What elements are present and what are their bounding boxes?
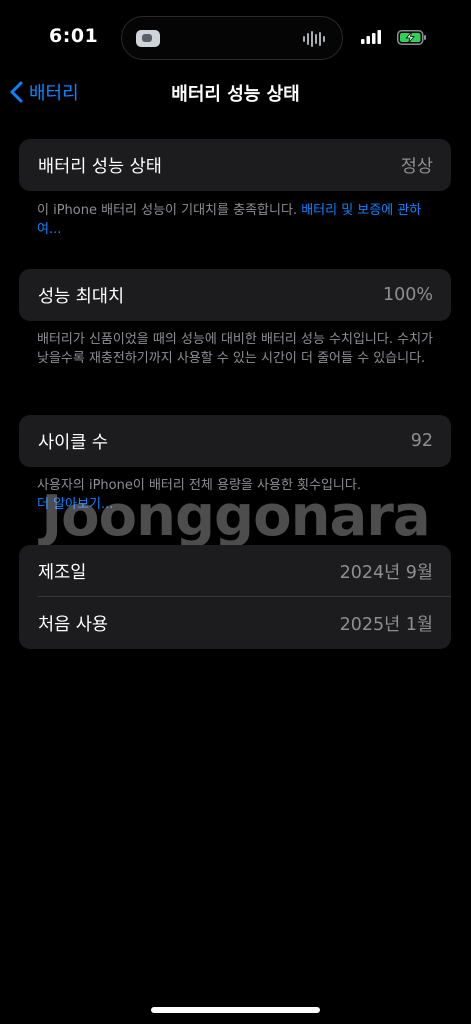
page-title: 배터리 성능 상태 bbox=[171, 84, 300, 105]
camera-icon bbox=[136, 30, 160, 47]
first-use-value: 2025년 1월 bbox=[339, 614, 433, 635]
navigation-bar: 배터리 배터리 성능 상태 bbox=[0, 76, 471, 110]
manufacture-date-row: 제조일 2024년 9월 bbox=[19, 545, 451, 597]
battery-health-row: 배터리 성능 상태 정상 bbox=[19, 139, 451, 191]
cycle-count-card: 사이클 수 92 bbox=[19, 415, 451, 467]
dynamic-island[interactable] bbox=[121, 16, 343, 60]
maximum-capacity-row: 성능 최대치 100% bbox=[19, 269, 451, 321]
status-icons bbox=[361, 28, 427, 46]
watermark: Joonggonara bbox=[41, 484, 430, 549]
status-bar: 6:01 bbox=[0, 0, 471, 76]
signal-icon bbox=[361, 30, 381, 44]
maximum-capacity-label: 성능 최대치 bbox=[38, 286, 125, 307]
maximum-capacity-footnote: 배터리가 신품이었을 때의 성능에 대비한 배터리 성능 수치입니다. 수치가 … bbox=[37, 332, 433, 366]
maximum-capacity-card: 성능 최대치 100% bbox=[19, 269, 451, 321]
battery-health-card: 배터리 성능 상태 정상 bbox=[19, 139, 451, 191]
manufacture-date-label: 제조일 bbox=[38, 562, 87, 583]
maximum-capacity-value: 100% bbox=[382, 285, 433, 305]
battery-health-value: 정상 bbox=[400, 156, 433, 177]
first-use-row: 처음 사용 2025년 1월 bbox=[19, 597, 451, 649]
battery-charging-icon bbox=[397, 29, 426, 45]
status-time: 6:01 bbox=[49, 25, 99, 47]
battery-health-footnote: 이 iPhone 배터리 성능이 기대치를 충족합니다. 배터리 및 보증에 관… bbox=[37, 201, 437, 239]
battery-health-note: 이 iPhone 배터리 성능이 기대치를 충족합니다. bbox=[37, 203, 298, 218]
first-use-label: 처음 사용 bbox=[38, 614, 108, 635]
cycle-count-label: 사이클 수 bbox=[38, 432, 108, 453]
home-indicator[interactable] bbox=[151, 1007, 320, 1013]
cycle-count-value: 92 bbox=[410, 431, 433, 451]
waveform-icon bbox=[303, 31, 325, 47]
battery-health-label: 배터리 성능 상태 bbox=[38, 156, 162, 177]
cycle-count-row: 사이클 수 92 bbox=[19, 415, 451, 467]
dates-card: 제조일 2024년 9월 처음 사용 2025년 1월 bbox=[19, 545, 451, 649]
manufacture-date-value: 2024년 9월 bbox=[339, 562, 433, 583]
